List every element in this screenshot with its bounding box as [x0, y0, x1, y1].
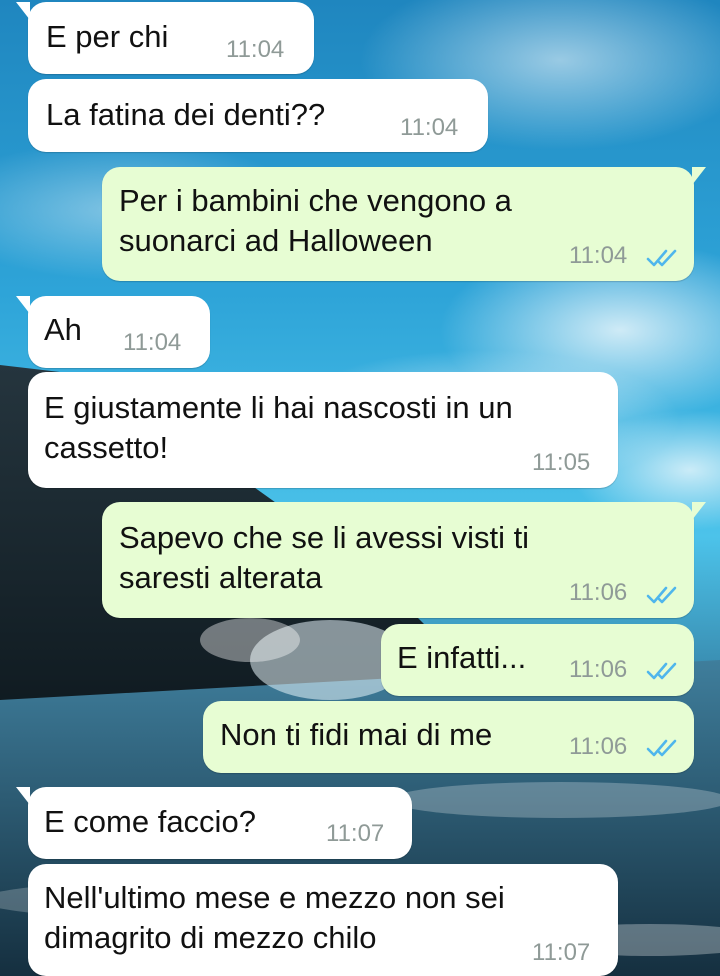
incoming-message-bubble[interactable]: La fatina dei denti?? 11:04 — [28, 79, 488, 152]
message-text: Sapevo che se li avessi visti ti saresti… — [119, 520, 530, 595]
outgoing-message-bubble[interactable]: Sapevo che se li avessi visti ti saresti… — [102, 502, 706, 618]
outgoing-message-bubble[interactable]: Per i bambini che vengono a suonarci ad … — [102, 167, 706, 281]
message-text: E come faccio? — [44, 804, 256, 839]
double-check-icon — [646, 739, 677, 757]
outgoing-message-bubble[interactable]: E infatti... 11:06 — [381, 624, 694, 696]
message-time: 11:06 — [569, 656, 628, 683]
incoming-message-bubble[interactable]: E come faccio? 11:07 — [16, 787, 412, 859]
message-text: Per i bambini che vengono a suonarci ad … — [119, 183, 512, 258]
message-time: 11:04 — [569, 242, 628, 269]
double-check-icon — [646, 662, 677, 680]
message-text: E infatti... — [397, 640, 527, 675]
bubble-tail — [692, 502, 706, 520]
message-text: Nell'ultimo mese e mezzo non sei dimagri… — [44, 880, 505, 955]
bubble-tail — [16, 296, 30, 314]
message-text: La fatina dei denti?? — [46, 97, 326, 132]
message-time: 11:06 — [569, 733, 628, 760]
bubble-tail — [16, 787, 30, 805]
bubble-tail — [16, 2, 30, 20]
message-time: 11:04 — [400, 114, 459, 141]
message-text: Ah — [44, 312, 82, 347]
message-time: 11:05 — [532, 449, 591, 476]
message-time: 11:07 — [532, 939, 591, 966]
incoming-message-bubble[interactable]: Ah 11:04 — [16, 296, 210, 368]
message-text: E giustamente li hai nascosti in un cass… — [44, 390, 513, 465]
message-text: Non ti fidi mai di me — [220, 717, 493, 752]
incoming-message-bubble[interactable]: E giustamente li hai nascosti in un cass… — [28, 372, 618, 488]
message-time: 11:06 — [569, 579, 628, 606]
message-time: 11:04 — [123, 329, 182, 356]
incoming-message-bubble[interactable]: E per chi 11:04 — [16, 2, 314, 74]
outgoing-message-bubble[interactable]: Non ti fidi mai di me 11:06 — [203, 701, 694, 773]
incoming-message-bubble[interactable]: Nell'ultimo mese e mezzo non sei dimagri… — [28, 864, 618, 976]
message-time: 11:07 — [326, 820, 385, 847]
message-text: E per chi — [46, 19, 169, 54]
bubble-tail — [692, 167, 706, 185]
message-time: 11:04 — [226, 36, 285, 63]
double-check-icon — [646, 249, 677, 267]
double-check-icon — [646, 586, 677, 604]
